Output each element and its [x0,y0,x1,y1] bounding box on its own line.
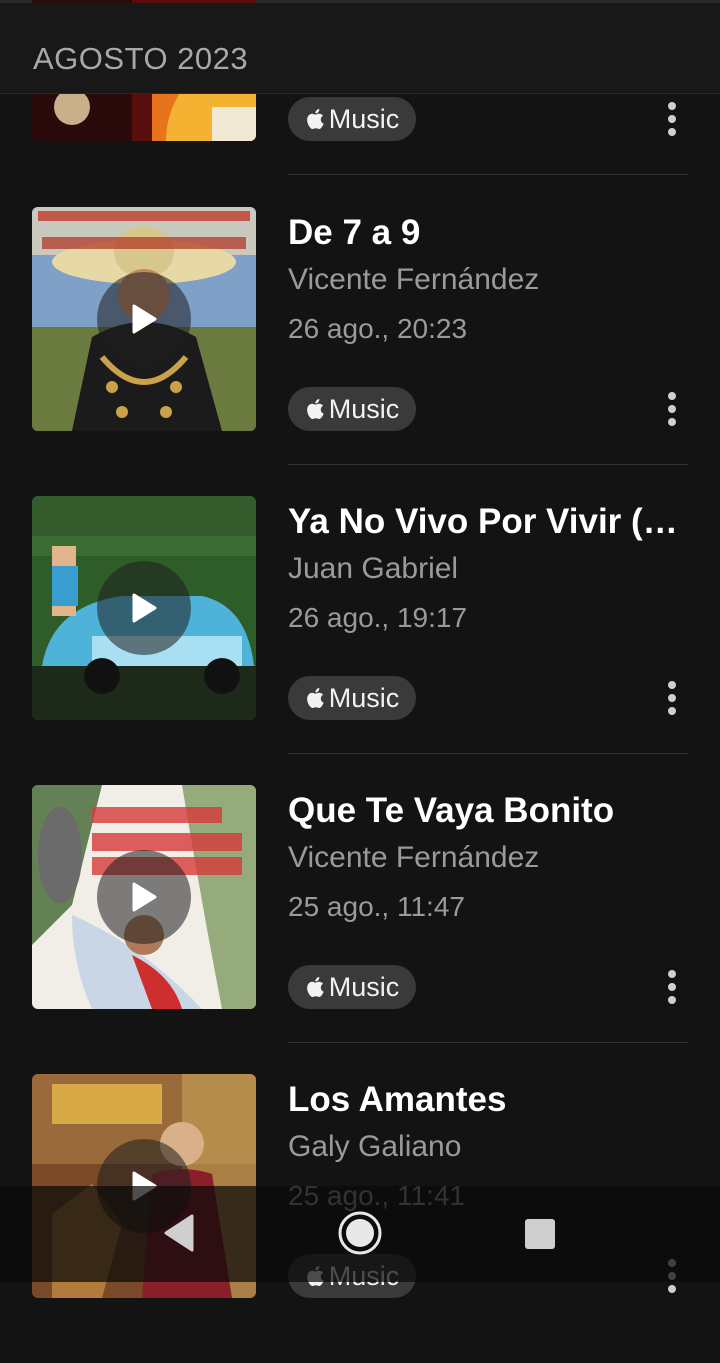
badge-label: Music [328,103,400,134]
divider [288,1042,688,1043]
list-item[interactable]: Ya No Vivo Por Vivir (f… Juan Gabriel 26… [0,496,720,785]
apple-logo-icon [306,399,324,420]
badge-label: Music [328,971,400,1002]
album-cover[interactable] [32,496,256,720]
nav-recents-icon[interactable] [525,1219,555,1249]
play-button[interactable] [97,272,191,366]
play-icon [132,593,157,623]
divider [288,464,688,465]
more-vertical-icon[interactable] [662,681,682,715]
song-title: De 7 a 9 [288,213,421,252]
divider [288,174,688,175]
apple-music-badge[interactable]: Music [288,676,416,720]
played-date: 26 ago., 19:17 [288,602,468,633]
album-cover[interactable] [32,207,256,431]
list-item[interactable]: Que Te Vaya Bonito Vicente Fernández 25 … [0,785,720,1074]
song-title: Los Amantes [288,1080,507,1119]
more-vertical-icon[interactable] [662,102,682,136]
apple-logo-icon [306,109,324,130]
history-list[interactable]: Music De 7 a 9 Vicente Fernández 26 ago.… [0,0,720,1298]
apple-music-badge[interactable]: Music [288,97,416,141]
apple-music-badge[interactable]: Music [288,387,416,431]
apple-logo-icon [306,977,324,998]
apple-music-badge[interactable]: Music [288,965,416,1009]
nav-home-icon[interactable] [337,1210,383,1256]
more-vertical-icon[interactable] [662,970,682,1004]
more-vertical-icon[interactable] [662,392,682,426]
artist-name: Juan Gabriel [288,552,459,585]
badge-label: Music [328,682,400,713]
artist-name: Galy Galiano [288,1130,462,1163]
play-button[interactable] [97,850,191,944]
song-title: Que Te Vaya Bonito [288,791,615,830]
played-date: 26 ago., 20:23 [288,313,468,344]
artist-name: Vicente Fernández [288,263,540,296]
badge-label: Music [328,393,400,424]
album-cover[interactable] [32,785,256,1009]
divider [288,753,688,754]
nav-back-icon[interactable] [162,1214,194,1252]
play-button[interactable] [97,561,191,655]
song-title: Ya No Vivo Por Vivir (f… [288,502,688,541]
artist-name: Vicente Fernández [288,841,540,874]
section-header: AGOSTO 2023 [0,3,720,94]
apple-logo-icon [306,688,324,709]
section-title: AGOSTO 2023 [33,41,249,76]
play-icon [132,882,157,912]
played-date: 25 ago., 11:47 [288,891,465,922]
play-icon [132,304,157,334]
list-item[interactable]: De 7 a 9 Vicente Fernández 26 ago., 20:2… [0,207,720,496]
